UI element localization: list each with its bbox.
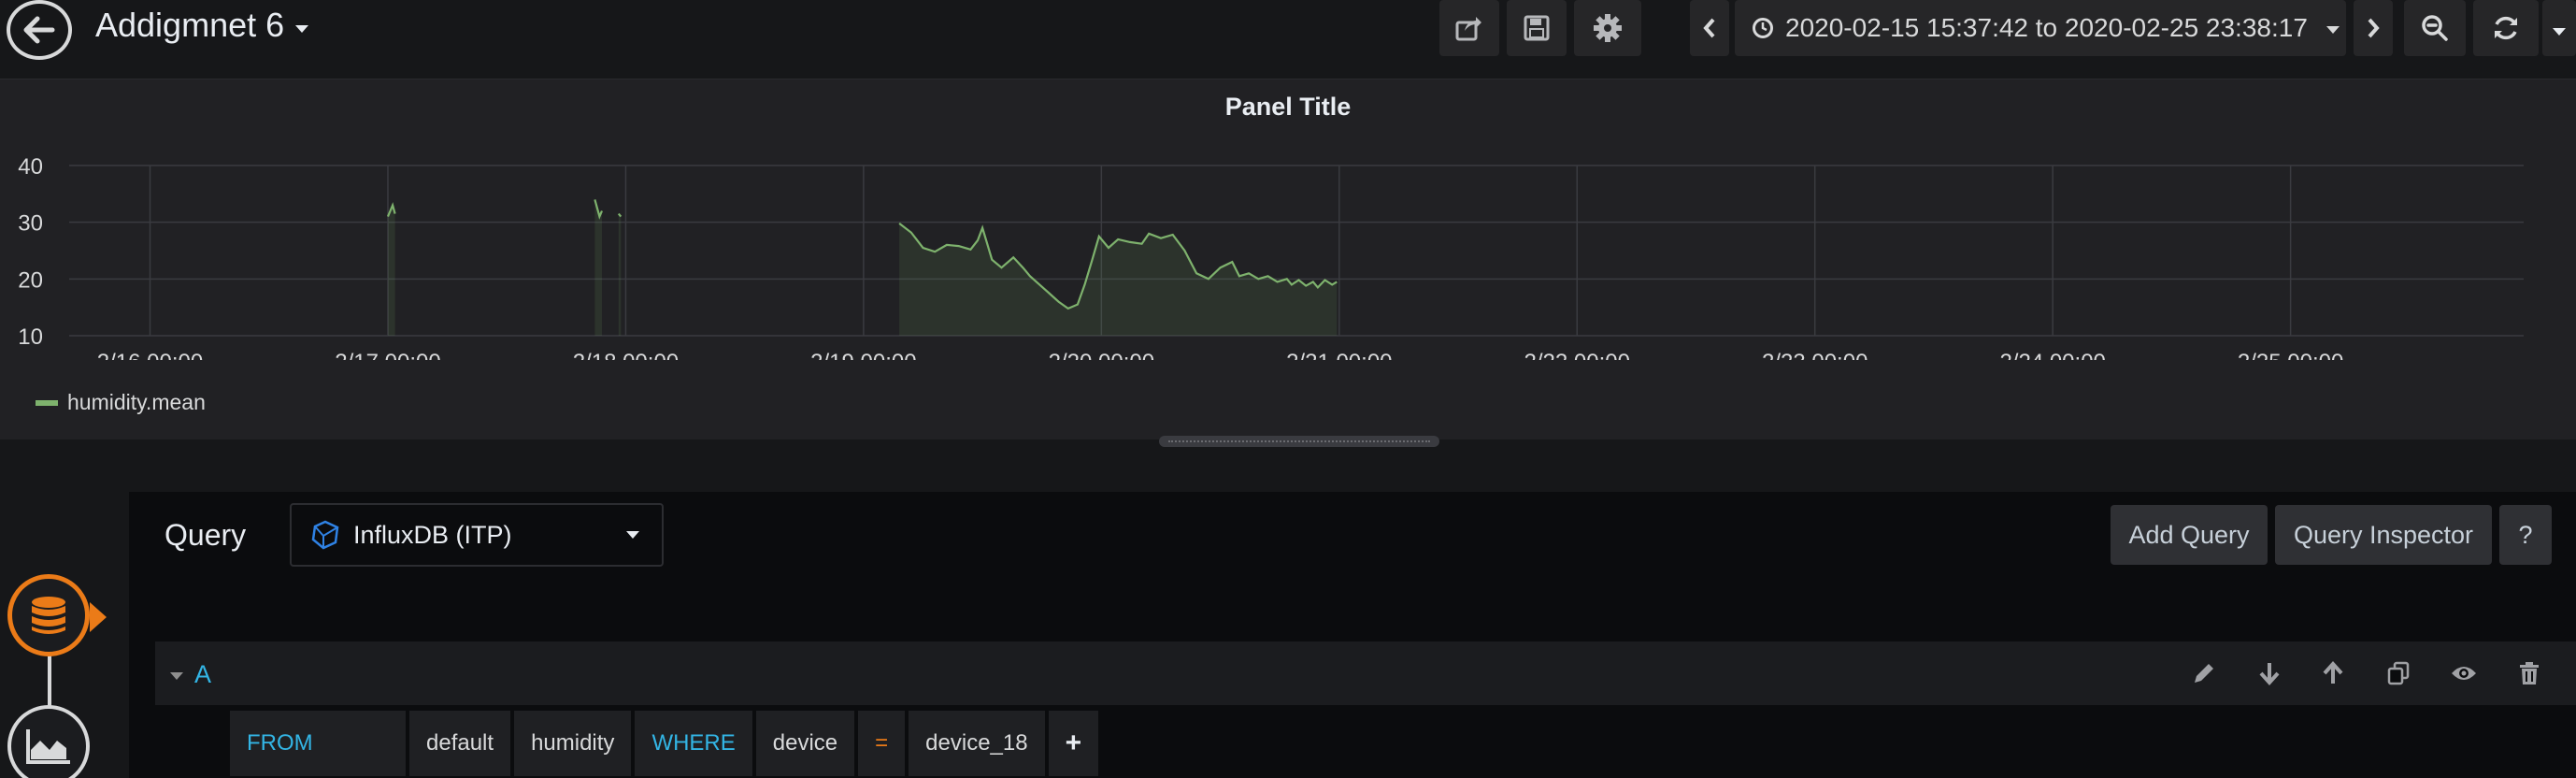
refresh-interval-picker[interactable] — [2542, 0, 2576, 56]
query-section-title: Query — [165, 518, 247, 552]
save-dashboard-button[interactable] — [1507, 0, 1567, 56]
query-segment-value[interactable]: default — [409, 711, 511, 776]
x-tick-label: 2/25 00:00 — [2238, 350, 2343, 360]
x-tick-label: 2/23 00:00 — [1762, 350, 1868, 360]
query-segment-keyword[interactable]: WHERE — [635, 711, 752, 776]
series-area — [618, 213, 622, 336]
influxdb-icon — [311, 520, 339, 550]
eye-icon — [2452, 667, 2476, 680]
x-tick-label: 2/18 00:00 — [573, 350, 679, 360]
arrow-down-icon — [2259, 663, 2280, 685]
copy-icon — [2387, 661, 2410, 685]
y-tick-label: 40 — [18, 154, 43, 180]
help-button[interactable]: ? — [2499, 505, 2552, 565]
toggle-visibility-button[interactable] — [2445, 655, 2483, 692]
panel-resize-handle[interactable] — [1159, 436, 1439, 447]
query-segment-value[interactable]: device — [755, 711, 855, 776]
chevron-right-icon — [2368, 18, 2380, 38]
x-tick-label: 2/20 00:00 — [1049, 350, 1154, 360]
chevron-down-icon — [295, 25, 309, 33]
x-tick-label: 2/22 00:00 — [1524, 350, 1630, 360]
chevron-down-icon — [170, 671, 183, 680]
time-range-label: 2020-02-15 15:37:42 to 2020-02-25 23:38:… — [1785, 13, 2308, 42]
refresh-button[interactable] — [2473, 0, 2539, 56]
series-area — [388, 205, 395, 336]
arrow-up-icon — [2323, 661, 2343, 684]
graph-panel: Panel Title 102030402/16 00:002/17 00:00… — [0, 79, 2576, 439]
refresh-icon — [2495, 16, 2517, 40]
move-query-up-button[interactable] — [2314, 655, 2352, 692]
duplicate-query-button[interactable] — [2380, 655, 2417, 692]
pencil-icon — [2195, 664, 2213, 683]
save-icon — [1524, 15, 1550, 41]
clock-icon — [1753, 18, 1773, 38]
add-query-button[interactable]: Add Query — [2111, 505, 2268, 565]
edit-query-button[interactable] — [2185, 655, 2223, 692]
zoom-out-button[interactable] — [2404, 0, 2466, 56]
query-row-toggle[interactable]: A — [170, 660, 211, 689]
time-range-picker[interactable]: 2020-02-15 15:37:42 to 2020-02-25 23:38:… — [1735, 0, 2346, 56]
trash-icon — [2520, 662, 2539, 684]
active-tab-pointer — [90, 602, 107, 632]
move-query-down-button[interactable] — [2251, 655, 2288, 692]
query-segment-value[interactable]: humidity — [514, 711, 632, 776]
gear-icon — [1594, 14, 1622, 42]
y-tick-label: 20 — [18, 267, 43, 293]
top-navbar: Addigmnet 6 2020-02-15 15:37:42 to 2020-… — [0, 0, 2576, 79]
query-segment-value[interactable]: device_18 — [909, 711, 1045, 776]
query-ref-id: A — [194, 660, 212, 688]
time-shift-forward-button[interactable] — [2354, 0, 2393, 56]
database-icon — [32, 597, 65, 634]
y-tick-label: 30 — [18, 211, 43, 237]
datasource-name: InfluxDB (ITP) — [353, 520, 512, 549]
legend-label: humidity.mean — [67, 390, 206, 414]
chevron-left-icon — [1703, 18, 1715, 38]
arrow-left-icon — [23, 16, 55, 44]
series-area — [594, 199, 602, 336]
x-tick-label: 2/19 00:00 — [810, 350, 916, 360]
x-tick-label: 2/21 00:00 — [1286, 350, 1392, 360]
dashboard-title: Addigmnet 6 — [95, 6, 285, 44]
visualization-tab[interactable] — [7, 705, 90, 778]
x-tick-label: 2/16 00:00 — [97, 350, 203, 360]
query-inspector-button[interactable]: Query Inspector — [2275, 505, 2492, 565]
queries-tab[interactable] — [7, 574, 90, 656]
query-segment-op[interactable]: = — [858, 711, 906, 776]
chevron-down-icon — [2326, 26, 2340, 34]
area-chart-icon — [26, 729, 70, 764]
delete-query-button[interactable] — [2511, 655, 2548, 692]
x-tick-label: 2/17 00:00 — [335, 350, 440, 360]
humidity-graph[interactable]: 10 20 30 40 2/16 00:00 2/17 00:00 2/18 00:00 2/… — [0, 79, 2576, 360]
legend-swatch — [36, 399, 58, 406]
legend-item[interactable]: humidity.mean — [36, 390, 206, 415]
time-shift-back-button[interactable] — [1690, 0, 1729, 56]
settings-button[interactable] — [1574, 0, 1641, 56]
query-segment-keyword[interactable]: FROM — [230, 711, 406, 776]
query-builder-segments: FROM default humidity WHERE device = device_18… — [230, 711, 1099, 776]
query-segment-plus[interactable]: + — [1048, 711, 1099, 776]
back-button[interactable] — [7, 0, 72, 60]
y-tick-label: 10 — [18, 324, 43, 350]
share-button[interactable] — [1439, 0, 1499, 56]
datasource-picker[interactable]: InfluxDB (ITP) — [290, 503, 664, 567]
x-tick-label: 2/24 00:00 — [1999, 350, 2105, 360]
chevron-down-icon — [2553, 28, 2566, 36]
dashboard-title-picker[interactable]: Addigmnet 6 — [95, 6, 309, 45]
chevron-down-icon — [626, 531, 639, 539]
share-icon — [1455, 17, 1481, 41]
zoom-out-icon — [2422, 15, 2448, 41]
